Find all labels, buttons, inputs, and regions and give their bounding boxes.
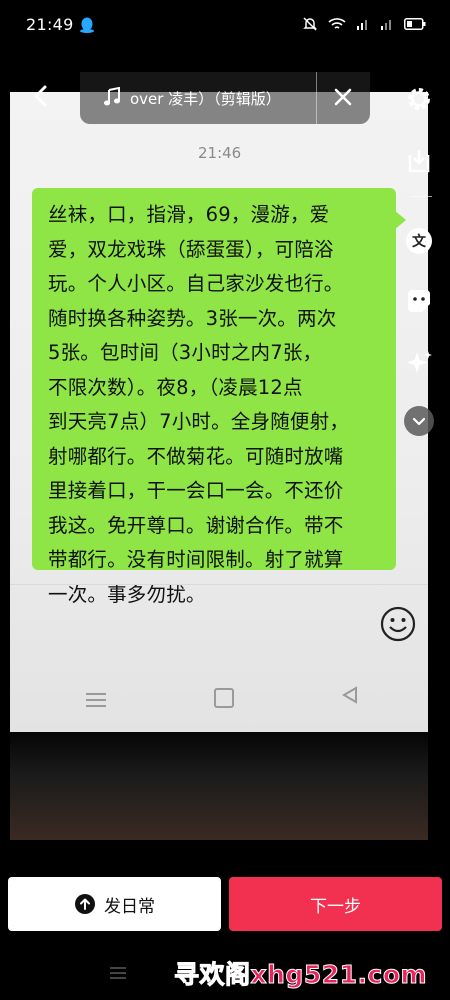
- next-step-button[interactable]: 下一步: [229, 877, 442, 931]
- download-icon: [408, 150, 430, 173]
- chat-bubble: 丝袜，口，指滑，69，漫游，爱 爱，双龙戏珠（舔蛋蛋），可陪浴 玩。个人小区。自…: [32, 188, 396, 606]
- watermark-text: 寻欢阁xhg521.com: [173, 960, 428, 990]
- chat-bubble-text: 丝袜，口，指滑，69，漫游，爱 爱，双龙戏珠（舔蛋蛋），可陪浴 玩。个人小区。自…: [48, 203, 350, 606]
- photo-bottom-edge: [10, 732, 428, 840]
- signal-icon: [357, 20, 367, 30]
- signal-icon: [381, 20, 391, 30]
- upload-arrow-icon: [75, 894, 95, 914]
- edited-photo[interactable]: 21:46 丝袜，口，指滑，69，漫游，爱 爱，双龙戏珠（舔蛋蛋），可陪浴 玩。…: [10, 92, 428, 840]
- qq-penguin-icon: [80, 17, 94, 33]
- emoji-icon: [380, 606, 416, 642]
- settings-gear-icon: [408, 88, 430, 110]
- effects-button[interactable]: [402, 346, 436, 380]
- text-icon: 文: [406, 228, 432, 254]
- sticker-button[interactable]: [402, 284, 436, 318]
- chat-timestamp: 21:46: [198, 144, 242, 162]
- home-square-icon: [214, 688, 234, 708]
- battery-icon: [404, 18, 426, 30]
- music-title: over 凌丰）（剪辑版）: [130, 90, 281, 108]
- next-step-label: 下一步: [310, 896, 361, 917]
- menu-icon: [110, 964, 126, 982]
- back-arrow-icon[interactable]: [30, 84, 54, 108]
- status-icons: [302, 16, 426, 32]
- chevron-down-icon: [412, 417, 426, 426]
- divider: [412, 196, 432, 197]
- sticker-icon: [408, 290, 430, 312]
- svg-text:文: 文: [412, 233, 427, 250]
- post-daily-label: 发日常: [104, 896, 155, 917]
- back-triangle-icon: [342, 686, 357, 704]
- music-note-icon: [104, 87, 120, 106]
- phone-nav-bar: [10, 664, 428, 732]
- text-button[interactable]: 文: [402, 224, 436, 258]
- menu-icon: [86, 689, 106, 711]
- music-selector[interactable]: over 凌丰）（剪辑版）: [80, 72, 370, 124]
- chat-screen-photo: 21:46 丝袜，口，指滑，69，漫游，爱 爱，双龙戏珠（舔蛋蛋），可陪浴 玩。…: [10, 92, 428, 732]
- mute-bell-icon: [303, 17, 317, 31]
- download-button[interactable]: [402, 144, 436, 178]
- post-daily-button[interactable]: 发日常: [8, 877, 221, 931]
- status-time: 21:49: [26, 15, 74, 34]
- more-tools-button[interactable]: [404, 406, 434, 436]
- settings-button[interactable]: [402, 82, 436, 116]
- wifi-icon: [328, 18, 346, 29]
- close-icon[interactable]: [334, 88, 352, 106]
- status-bar: 21:49: [0, 0, 450, 52]
- chat-input-bar: [10, 584, 428, 649]
- divider: [316, 72, 317, 124]
- sparkle-effects-icon: [406, 351, 432, 373]
